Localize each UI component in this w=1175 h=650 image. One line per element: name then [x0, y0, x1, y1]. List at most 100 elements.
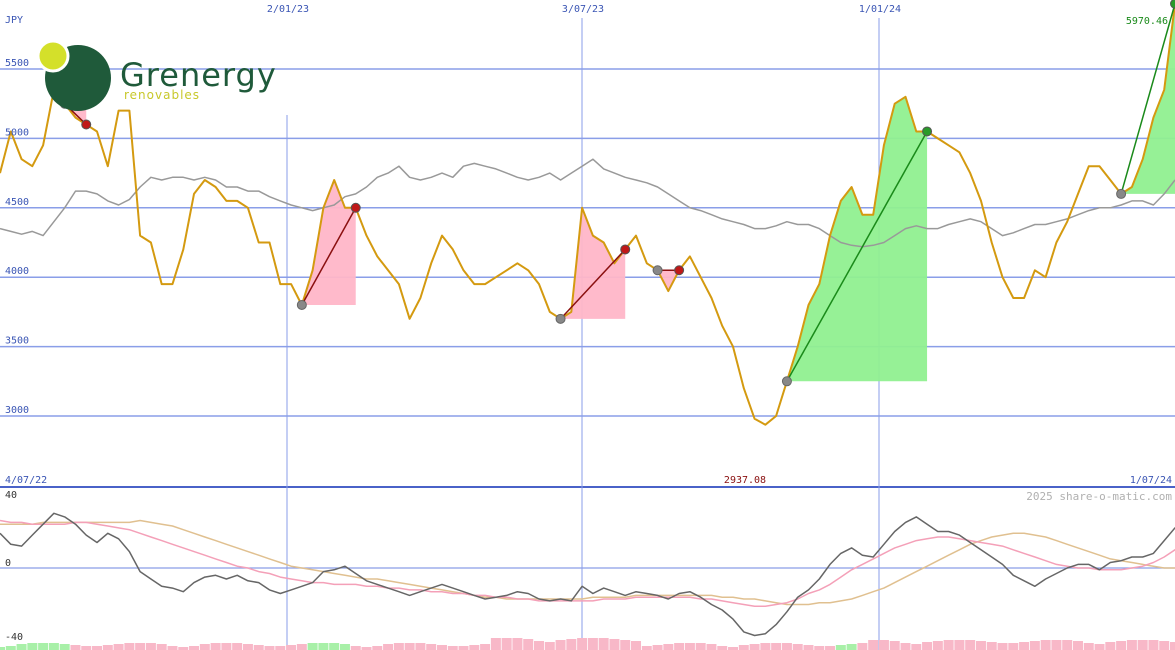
volume-bar: [199, 644, 210, 650]
volume-bar: [641, 646, 652, 650]
volume-bar: [372, 646, 383, 650]
volume-bar: [447, 646, 458, 650]
volume-bar: [835, 645, 846, 650]
chart-grid: [0, 18, 1175, 650]
volume-bar: [684, 643, 695, 650]
volume-bar: [1159, 641, 1170, 650]
trade-shade-2: [301, 180, 356, 305]
y-tick-3500: 3500: [5, 336, 29, 347]
volume-bar: [92, 646, 103, 650]
trade-entry-marker: [652, 265, 663, 276]
volume-bar: [846, 644, 857, 650]
trade-shade-5: [786, 96, 928, 382]
volume-bar: [878, 640, 889, 650]
y-tick-5000: 5000: [5, 127, 29, 138]
volume-bar: [81, 646, 92, 650]
volume-bar: [1029, 641, 1040, 650]
y-tick-4500: 4500: [5, 197, 29, 208]
date-label-top-2: 3/07/23: [562, 4, 604, 15]
volume-bar: [48, 643, 59, 650]
volume-bar: [577, 638, 588, 650]
volume-bar: [1019, 642, 1030, 650]
volume-bar: [501, 638, 512, 650]
date-label-top-3: 1/01/24: [859, 4, 901, 15]
volume-bar: [189, 646, 200, 650]
volume-bar: [544, 642, 555, 650]
volume-bar: [1083, 643, 1094, 650]
volume-bar: [253, 645, 264, 650]
volume-bar: [393, 643, 404, 650]
volume-bar: [868, 640, 879, 650]
y-tick-5500: 5500: [5, 58, 29, 69]
volume-bar: [490, 638, 501, 650]
volume-bar: [307, 643, 318, 650]
volume-bar: [5, 646, 16, 650]
volume-bar: [167, 646, 178, 650]
volume-bar: [1105, 642, 1116, 650]
range-end-label: 1/07/24: [1130, 475, 1172, 486]
volume-bar: [857, 643, 868, 650]
volume-bar: [404, 643, 415, 650]
volume-bar: [825, 646, 836, 650]
logo-sun-icon: [36, 39, 70, 73]
volume-bar: [792, 644, 803, 650]
trade-exit-marker: [1170, 0, 1175, 9]
volume-bar: [803, 645, 814, 650]
volume-bar: [1126, 640, 1137, 650]
osc-main-line: [0, 512, 1175, 637]
volume-bar: [975, 641, 986, 650]
volume-bar: [16, 644, 27, 650]
volume-bar: [652, 645, 663, 650]
volume-bar: [587, 638, 598, 650]
volume-bar: [663, 644, 674, 650]
volume-bar: [264, 646, 275, 650]
volume-bar: [426, 644, 437, 650]
min-price-label: 2937.08: [724, 475, 766, 486]
volume-bar: [318, 643, 329, 650]
trade-entry-marker: [296, 299, 307, 310]
volume-bar: [1008, 643, 1019, 650]
volume-bar: [889, 641, 900, 650]
volume-bar: [469, 645, 480, 650]
currency-label: JPY: [5, 15, 23, 26]
volume-bar: [717, 646, 728, 650]
volume-bar: [781, 643, 792, 650]
volume-bar: [738, 645, 749, 650]
volume-bar: [1051, 640, 1062, 650]
trade-entry-marker: [1116, 188, 1127, 199]
logo-tagline: renovables: [124, 88, 200, 102]
volume-bar: [38, 643, 49, 650]
osc-tick-40: 40: [5, 490, 17, 501]
volume-bar: [943, 640, 954, 650]
volume-bar: [1170, 642, 1175, 650]
volume-bar: [512, 638, 523, 650]
volume-bar: [113, 644, 124, 650]
range-start-label: 4/07/22: [5, 475, 47, 486]
volume-bar: [674, 643, 685, 650]
volume-bar: [102, 645, 113, 650]
volume-bar: [986, 642, 997, 650]
volume-bar: [124, 643, 135, 650]
volume-bar: [555, 640, 566, 650]
company-logo: Grenergy renovables: [36, 39, 276, 111]
price-chart: JPY 2/01/23 3/07/23 1/01/24 4/07/22 1/07…: [0, 0, 1175, 650]
volume-bar: [210, 643, 221, 650]
volume-bar: [350, 646, 361, 650]
volume-bar: [620, 640, 631, 650]
volume-bar: [59, 644, 70, 650]
trade-exit-marker: [922, 126, 933, 137]
volume-bar: [70, 645, 81, 650]
trade-entry-marker: [781, 376, 792, 387]
volume-bar: [242, 644, 253, 650]
volume-bar: [609, 639, 620, 650]
osc-tick--40: -40: [5, 632, 23, 643]
volume-bar: [911, 644, 922, 650]
osc-pink-line: [0, 519, 1175, 608]
trade-exit-marker: [81, 119, 92, 130]
volume-bar: [523, 639, 534, 650]
osc-tick-0: 0: [5, 558, 11, 569]
volume-bar: [1062, 640, 1073, 650]
volume-bar: [339, 644, 350, 650]
last-price-label: 5970.46: [1126, 16, 1168, 27]
volume-bar: [533, 641, 544, 650]
